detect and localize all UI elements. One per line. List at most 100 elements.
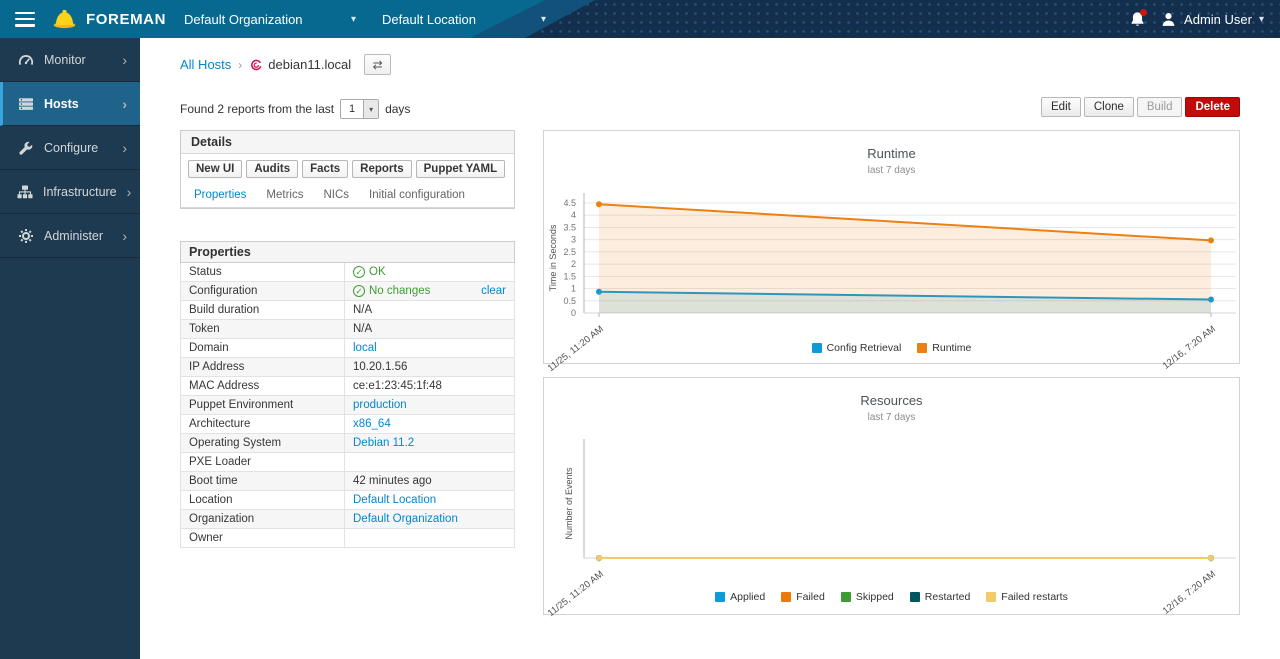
server-icon (17, 96, 34, 112)
svg-text:2: 2 (571, 259, 576, 269)
clear-link[interactable]: clear (481, 285, 506, 297)
table-row: Owner (181, 529, 515, 548)
tab-metrics[interactable]: Metrics (257, 184, 312, 207)
location-label: Default Location (382, 12, 476, 27)
chart-plot-area: 00.511.522.533.544.5Time in Seconds11/25… (544, 188, 1241, 338)
audits-button[interactable]: Audits (246, 160, 298, 178)
property-value-cell: production (345, 396, 515, 415)
legend-item-skipped[interactable]: Skipped (841, 591, 894, 603)
sidebar-item-monitor[interactable]: Monitor› (0, 38, 140, 82)
legend-label: Runtime (932, 342, 971, 354)
breadcrumb-all-hosts-link[interactable]: All Hosts (180, 57, 231, 72)
user-icon (1160, 11, 1177, 28)
facts-button[interactable]: Facts (302, 160, 348, 178)
location-selector[interactable]: Default Location ▾ (382, 12, 546, 27)
reports-button[interactable]: Reports (352, 160, 411, 178)
property-value-link[interactable]: Debian 11.2 (353, 437, 414, 449)
clone-button[interactable]: Clone (1084, 97, 1134, 117)
legend-item-config-retrieval[interactable]: Config Retrieval (812, 342, 902, 354)
legend-label: Skipped (856, 591, 894, 603)
legend-item-runtime[interactable]: Runtime (917, 342, 971, 354)
table-row: Domain local (181, 339, 515, 358)
property-label: PXE Loader (181, 453, 345, 472)
top-navbar: FOREMAN Default Organization ▾ Default L… (0, 0, 1280, 38)
table-row: Status✓OK (181, 263, 515, 282)
svg-text:2.5: 2.5 (563, 247, 576, 257)
property-value: 10.20.1.56 (353, 361, 407, 373)
tab-initial-configuration[interactable]: Initial configuration (360, 184, 474, 207)
new-ui-button[interactable]: New UI (188, 160, 242, 178)
caret-down-icon: ▾ (541, 14, 546, 25)
caret-down-icon: ▾ (1259, 14, 1264, 25)
table-row: IP Address10.20.1.56 (181, 358, 515, 377)
notifications-button[interactable] (1129, 11, 1146, 28)
svg-text:1: 1 (571, 284, 576, 294)
details-card-title: Details (181, 131, 514, 154)
report-summary-bar: Found 2 reports from the last 1 ▾ days (180, 99, 410, 119)
table-row: Build durationN/A (181, 301, 515, 320)
user-menu[interactable]: Admin User ▾ (1160, 11, 1264, 28)
legend-item-failed-restarts[interactable]: Failed restarts (986, 591, 1068, 603)
property-label: Puppet Environment (181, 396, 345, 415)
property-value-cell (345, 529, 515, 548)
chevron-right-icon: › (127, 184, 132, 200)
property-label: Token (181, 320, 345, 339)
tab-properties[interactable]: Properties (185, 184, 255, 207)
svg-text:0.5: 0.5 (563, 296, 576, 306)
select-caret: ▾ (363, 100, 378, 118)
report-days-select[interactable]: 1 ▾ (340, 99, 379, 119)
property-value-link[interactable]: Default Location (353, 494, 436, 506)
property-value-link[interactable]: local (353, 342, 377, 354)
table-row: Boot time42 minutes ago (181, 472, 515, 491)
table-row: Configuration✓No changesclear (181, 282, 515, 301)
build-button: Build (1137, 97, 1183, 117)
legacy-ui-toggle-button[interactable]: ⇄ (364, 54, 391, 75)
legend-swatch (841, 592, 851, 602)
sidebar-nav: Monitor›Hosts›Configure›Infrastructure›A… (0, 38, 140, 659)
property-value-cell: ce:e1:23:45:1f:48 (345, 377, 515, 396)
legend-item-applied[interactable]: Applied (715, 591, 765, 603)
caret-down-icon: ▾ (369, 105, 373, 114)
property-value-cell (345, 453, 515, 472)
runtime-chart-subtitle: last 7 days (544, 165, 1239, 176)
properties-table-title: Properties (181, 242, 515, 263)
table-row: Operating SystemDebian 11.2 (181, 434, 515, 453)
legend-swatch (812, 343, 822, 353)
property-value-link[interactable]: x86_64 (353, 418, 391, 430)
sidebar-item-infrastructure[interactable]: Infrastructure› (0, 170, 140, 214)
status-value: ✓ No changes (353, 285, 430, 297)
organization-selector[interactable]: Default Organization ▾ (184, 12, 356, 27)
tab-nics[interactable]: NICs (314, 184, 358, 207)
puppet-yaml-button[interactable]: Puppet YAML (416, 160, 505, 178)
organization-label: Default Organization (184, 12, 303, 27)
property-value-link[interactable]: Default Organization (353, 513, 458, 525)
legend-label: Failed (796, 591, 825, 603)
sidebar-item-hosts[interactable]: Hosts› (0, 82, 140, 126)
status-text: No changes (369, 285, 430, 297)
current-host-name: debian11.local (268, 57, 351, 72)
legend-item-failed[interactable]: Failed (781, 591, 825, 603)
sidebar-item-configure[interactable]: Configure› (0, 126, 140, 170)
property-value-cell: 42 minutes ago (345, 472, 515, 491)
hardhat-logo-icon (51, 6, 78, 33)
sidebar-item-administer[interactable]: Administer› (0, 214, 140, 258)
breadcrumb-separator: › (238, 58, 242, 72)
resources-chart: Resources last 7 days Number of Events11… (543, 377, 1240, 615)
legend-label: Restarted (925, 591, 971, 603)
properties-table: Properties Status✓OKConfiguration✓No cha… (180, 241, 515, 548)
svg-text:0: 0 (571, 308, 576, 318)
runtime-chart-title: Runtime (544, 146, 1239, 161)
resources-chart-title: Resources (544, 393, 1239, 408)
hamburger-icon[interactable] (15, 12, 35, 27)
property-value-link[interactable]: production (353, 399, 407, 411)
edit-button[interactable]: Edit (1041, 97, 1081, 117)
legend-label: Failed restarts (1001, 591, 1068, 603)
property-label: Architecture (181, 415, 345, 434)
check-circle-icon: ✓ (353, 285, 365, 297)
sidebar-item-label: Hosts (44, 97, 79, 111)
table-row: LocationDefault Location (181, 491, 515, 510)
delete-button[interactable]: Delete (1185, 97, 1240, 117)
legend-item-restarted[interactable]: Restarted (910, 591, 971, 603)
chevron-right-icon: › (122, 228, 127, 244)
property-label: Domain (181, 339, 345, 358)
